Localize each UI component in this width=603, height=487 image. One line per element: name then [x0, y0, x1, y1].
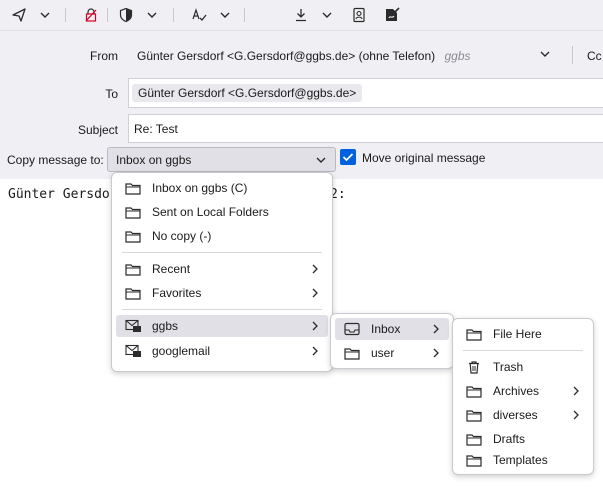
menu-item-archives[interactable]: Archives — [457, 380, 589, 402]
ggbs-submenu: Inbox user — [330, 313, 454, 369]
chevron-right-icon — [573, 410, 579, 420]
folder-icon — [344, 347, 360, 360]
menu-item-inbox[interactable]: Inbox — [335, 318, 449, 340]
chevron-right-icon — [312, 321, 318, 331]
chevron-right-icon — [312, 346, 318, 356]
cc-button[interactable]: Cc — [587, 49, 602, 63]
subject-label: Subject — [77, 123, 118, 137]
compose-toolbar — [0, 0, 603, 30]
folder-icon — [466, 454, 482, 467]
chevron-down-icon — [322, 12, 332, 18]
subject-value: Re: Test — [134, 122, 178, 136]
trash-icon — [469, 361, 479, 374]
checkmark-icon — [342, 153, 354, 162]
download-icon — [296, 9, 306, 22]
menu-item-templates[interactable]: Templates — [457, 449, 589, 471]
lock-crossed-icon — [85, 8, 97, 22]
folder-icon — [466, 409, 482, 422]
move-original-checkbox[interactable] — [340, 149, 356, 165]
folder-icon — [125, 287, 141, 300]
move-original-label[interactable]: Move original message — [362, 151, 485, 165]
chevron-down-icon — [220, 12, 230, 18]
mail-account-icon — [124, 344, 141, 357]
subject-input[interactable]: Re: Test — [128, 114, 603, 143]
folder-icon — [466, 433, 482, 446]
header-divider — [572, 46, 573, 64]
toolbar-divider — [244, 8, 245, 22]
menu-item-recent[interactable]: Recent — [116, 258, 328, 280]
menu-separator — [122, 252, 322, 253]
inbox-submenu: File Here Trash Archives diverses Drafts… — [452, 318, 594, 475]
menu-item-file-here[interactable]: File Here — [457, 323, 589, 345]
folder-icon — [125, 263, 141, 276]
send-dropdown-button[interactable] — [36, 4, 54, 26]
copy-label: Copy message to: — [7, 153, 104, 167]
menu-item-user[interactable]: user — [335, 342, 449, 364]
menu-item-googlemail[interactable]: googlemail — [116, 340, 328, 362]
menu-item-sent-local[interactable]: Sent on Local Folders — [116, 201, 328, 223]
send-button[interactable] — [8, 4, 30, 26]
signature-button[interactable] — [381, 4, 403, 26]
from-value: Günter Gersdorf <G.Gersdorf@ggbs.de> (oh… — [137, 49, 436, 63]
menu-separator — [463, 350, 583, 351]
menu-item-favorites[interactable]: Favorites — [116, 282, 328, 304]
send-icon — [12, 8, 26, 22]
copy-folder-value: Inbox on ggbs — [116, 153, 192, 167]
folder-icon — [125, 230, 141, 243]
chevron-down-icon — [316, 157, 326, 163]
menu-item-no-copy[interactable]: No copy (-) — [116, 225, 328, 247]
chevron-right-icon — [573, 386, 579, 396]
chevron-down-icon — [147, 12, 157, 18]
mail-account-icon — [124, 319, 141, 332]
spelling-button[interactable] — [188, 4, 210, 26]
toolbar-divider — [173, 8, 174, 22]
folder-icon — [466, 328, 482, 341]
to-recipient-pill[interactable]: Günter Gersdorf <G.Gersdorf@ggbs.de> — [132, 84, 363, 102]
from-dropdown-button[interactable] — [539, 48, 551, 63]
folder-icon — [125, 206, 141, 219]
spell-check-icon — [192, 8, 207, 21]
copy-folder-menu: Inbox on ggbs (C) Sent on Local Folders … — [111, 172, 333, 372]
menu-item-inbox-on-ggbs[interactable]: Inbox on ggbs (C) — [116, 177, 328, 199]
security-dropdown-button[interactable] — [143, 4, 161, 26]
chevron-right-icon — [433, 324, 439, 334]
to-label: To — [105, 87, 118, 101]
from-selector[interactable]: Günter Gersdorf <G.Gersdorf@ggbs.de> (oh… — [137, 49, 471, 63]
address-book-button[interactable] — [348, 4, 370, 26]
shield-icon — [119, 7, 133, 23]
encrypt-button[interactable] — [80, 4, 102, 26]
menu-item-trash[interactable]: Trash — [457, 356, 589, 378]
copy-folder-select[interactable]: Inbox on ggbs — [107, 147, 336, 172]
chevron-right-icon — [433, 348, 439, 358]
chevron-right-icon — [312, 264, 318, 274]
toolbar-divider — [107, 8, 108, 22]
menu-item-drafts[interactable]: Drafts — [457, 428, 589, 450]
address-book-icon — [353, 7, 365, 23]
inbox-icon — [344, 322, 360, 336]
folder-icon — [125, 182, 141, 195]
chevron-right-icon — [312, 288, 318, 298]
from-identity: ggbs — [444, 49, 471, 63]
security-button[interactable] — [115, 4, 137, 26]
spelling-dropdown-button[interactable] — [216, 4, 234, 26]
toolbar-divider — [65, 8, 66, 22]
signature-icon — [386, 7, 400, 21]
to-field[interactable]: Günter Gersdorf <G.Gersdorf@ggbs.de> — [128, 78, 603, 108]
menu-item-diverses[interactable]: diverses — [457, 404, 589, 426]
chevron-down-icon — [40, 12, 50, 18]
from-label: From — [90, 49, 118, 63]
save-button[interactable] — [290, 4, 312, 26]
folder-icon — [466, 385, 482, 398]
chevron-down-icon — [540, 51, 550, 57]
message-body[interactable]: Günter Gersdo — [8, 187, 110, 202]
menu-separator — [122, 309, 322, 310]
save-dropdown-button[interactable] — [318, 4, 336, 26]
menu-item-ggbs[interactable]: ggbs — [116, 315, 328, 337]
